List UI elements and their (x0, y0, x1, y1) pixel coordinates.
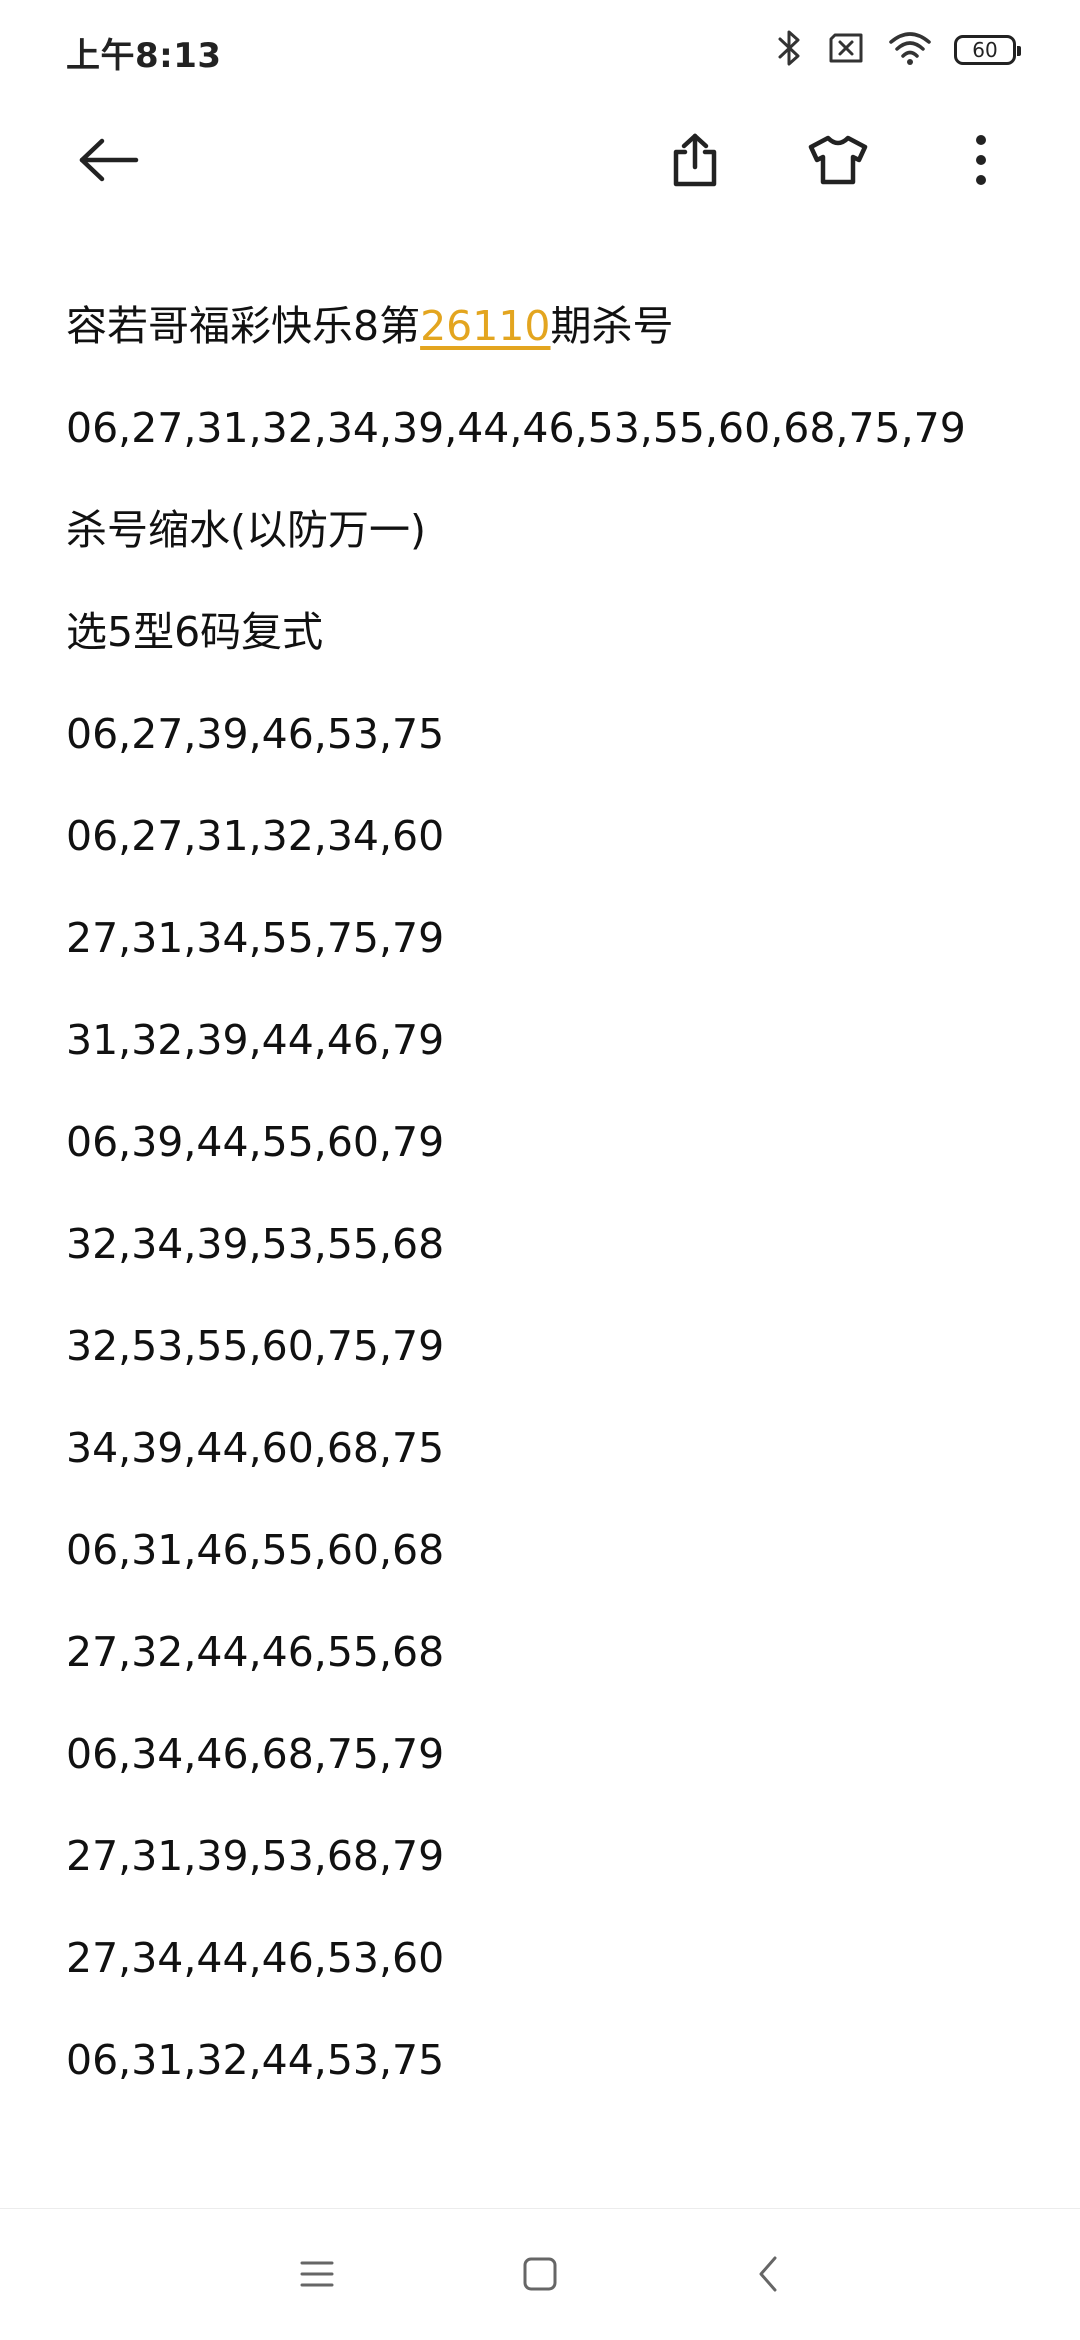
status-icons: 60 (776, 28, 1021, 72)
note-screen: 上午8:13 60 容若哥福彩快乐8第26110期杀号 06,27,31,32,… (0, 0, 1080, 2340)
combination-line: 06,27,39,46,53,75 (66, 710, 445, 758)
nav-back-button[interactable] (718, 2224, 818, 2324)
combination-line: 31,32,39,44,46,79 (66, 1016, 445, 1064)
nav-home-button[interactable] (490, 2224, 590, 2324)
more-vertical-icon (976, 135, 986, 185)
wifi-icon (888, 30, 932, 70)
combination-line: 27,31,39,53,68,79 (66, 1832, 445, 1880)
theme-button[interactable] (788, 110, 888, 210)
combination-line: 27,34,44,46,53,60 (66, 1934, 445, 1982)
combination-line: 06,39,44,55,60,79 (66, 1118, 445, 1166)
combination-line: 27,32,44,46,55,68 (66, 1628, 445, 1676)
note-subtitle: 杀号缩水(以防万一) (66, 506, 426, 554)
sim-off-icon (826, 31, 866, 69)
title-prefix: 容若哥福彩快乐8第 (66, 302, 421, 350)
home-icon (523, 2257, 557, 2291)
back-arrow-icon (79, 138, 139, 182)
status-bar: 上午8:13 60 (0, 0, 1080, 100)
combination-line: 06,31,32,44,53,75 (66, 2036, 445, 2084)
menu-icon (300, 2261, 334, 2287)
battery-level: 60 (972, 38, 998, 62)
note-title: 容若哥福彩快乐8第26110期杀号 (66, 300, 1026, 402)
kill-numbers: 06,27,31,32,34,39,44,46,53,55,60,68,75,7… (66, 404, 966, 452)
combination-line: 06,31,46,55,60,68 (66, 1526, 445, 1574)
battery-icon: 60 (954, 35, 1021, 65)
more-options-button[interactable] (931, 110, 1031, 210)
combination-line: 34,39,44,60,68,75 (66, 1424, 445, 1472)
combination-line: 06,27,31,32,34,60 (66, 812, 445, 860)
back-icon (759, 2256, 777, 2292)
issue-number-link[interactable]: 26110 (420, 302, 550, 350)
toolbar (0, 110, 1080, 210)
combination-line: 27,31,34,55,75,79 (66, 914, 445, 962)
combination-line: 06,34,46,68,75,79 (66, 1730, 445, 1778)
note-body[interactable]: 容若哥福彩快乐8第26110期杀号 06,27,31,32,34,39,44,4… (66, 300, 1026, 2136)
combination-line: 32,34,39,53,55,68 (66, 1220, 445, 1268)
status-time: 上午8:13 (66, 36, 222, 76)
nav-menu-button[interactable] (267, 2224, 367, 2324)
title-suffix: 期杀号 (550, 302, 674, 350)
system-nav-bar (0, 2209, 1080, 2340)
note-mode: 选5型6码复式 (66, 608, 324, 656)
back-button[interactable] (59, 110, 159, 210)
share-icon (673, 133, 717, 187)
combination-line: 32,53,55,60,75,79 (66, 1322, 445, 1370)
share-button[interactable] (645, 110, 745, 210)
tshirt-icon (808, 135, 868, 185)
bluetooth-icon (776, 28, 804, 72)
